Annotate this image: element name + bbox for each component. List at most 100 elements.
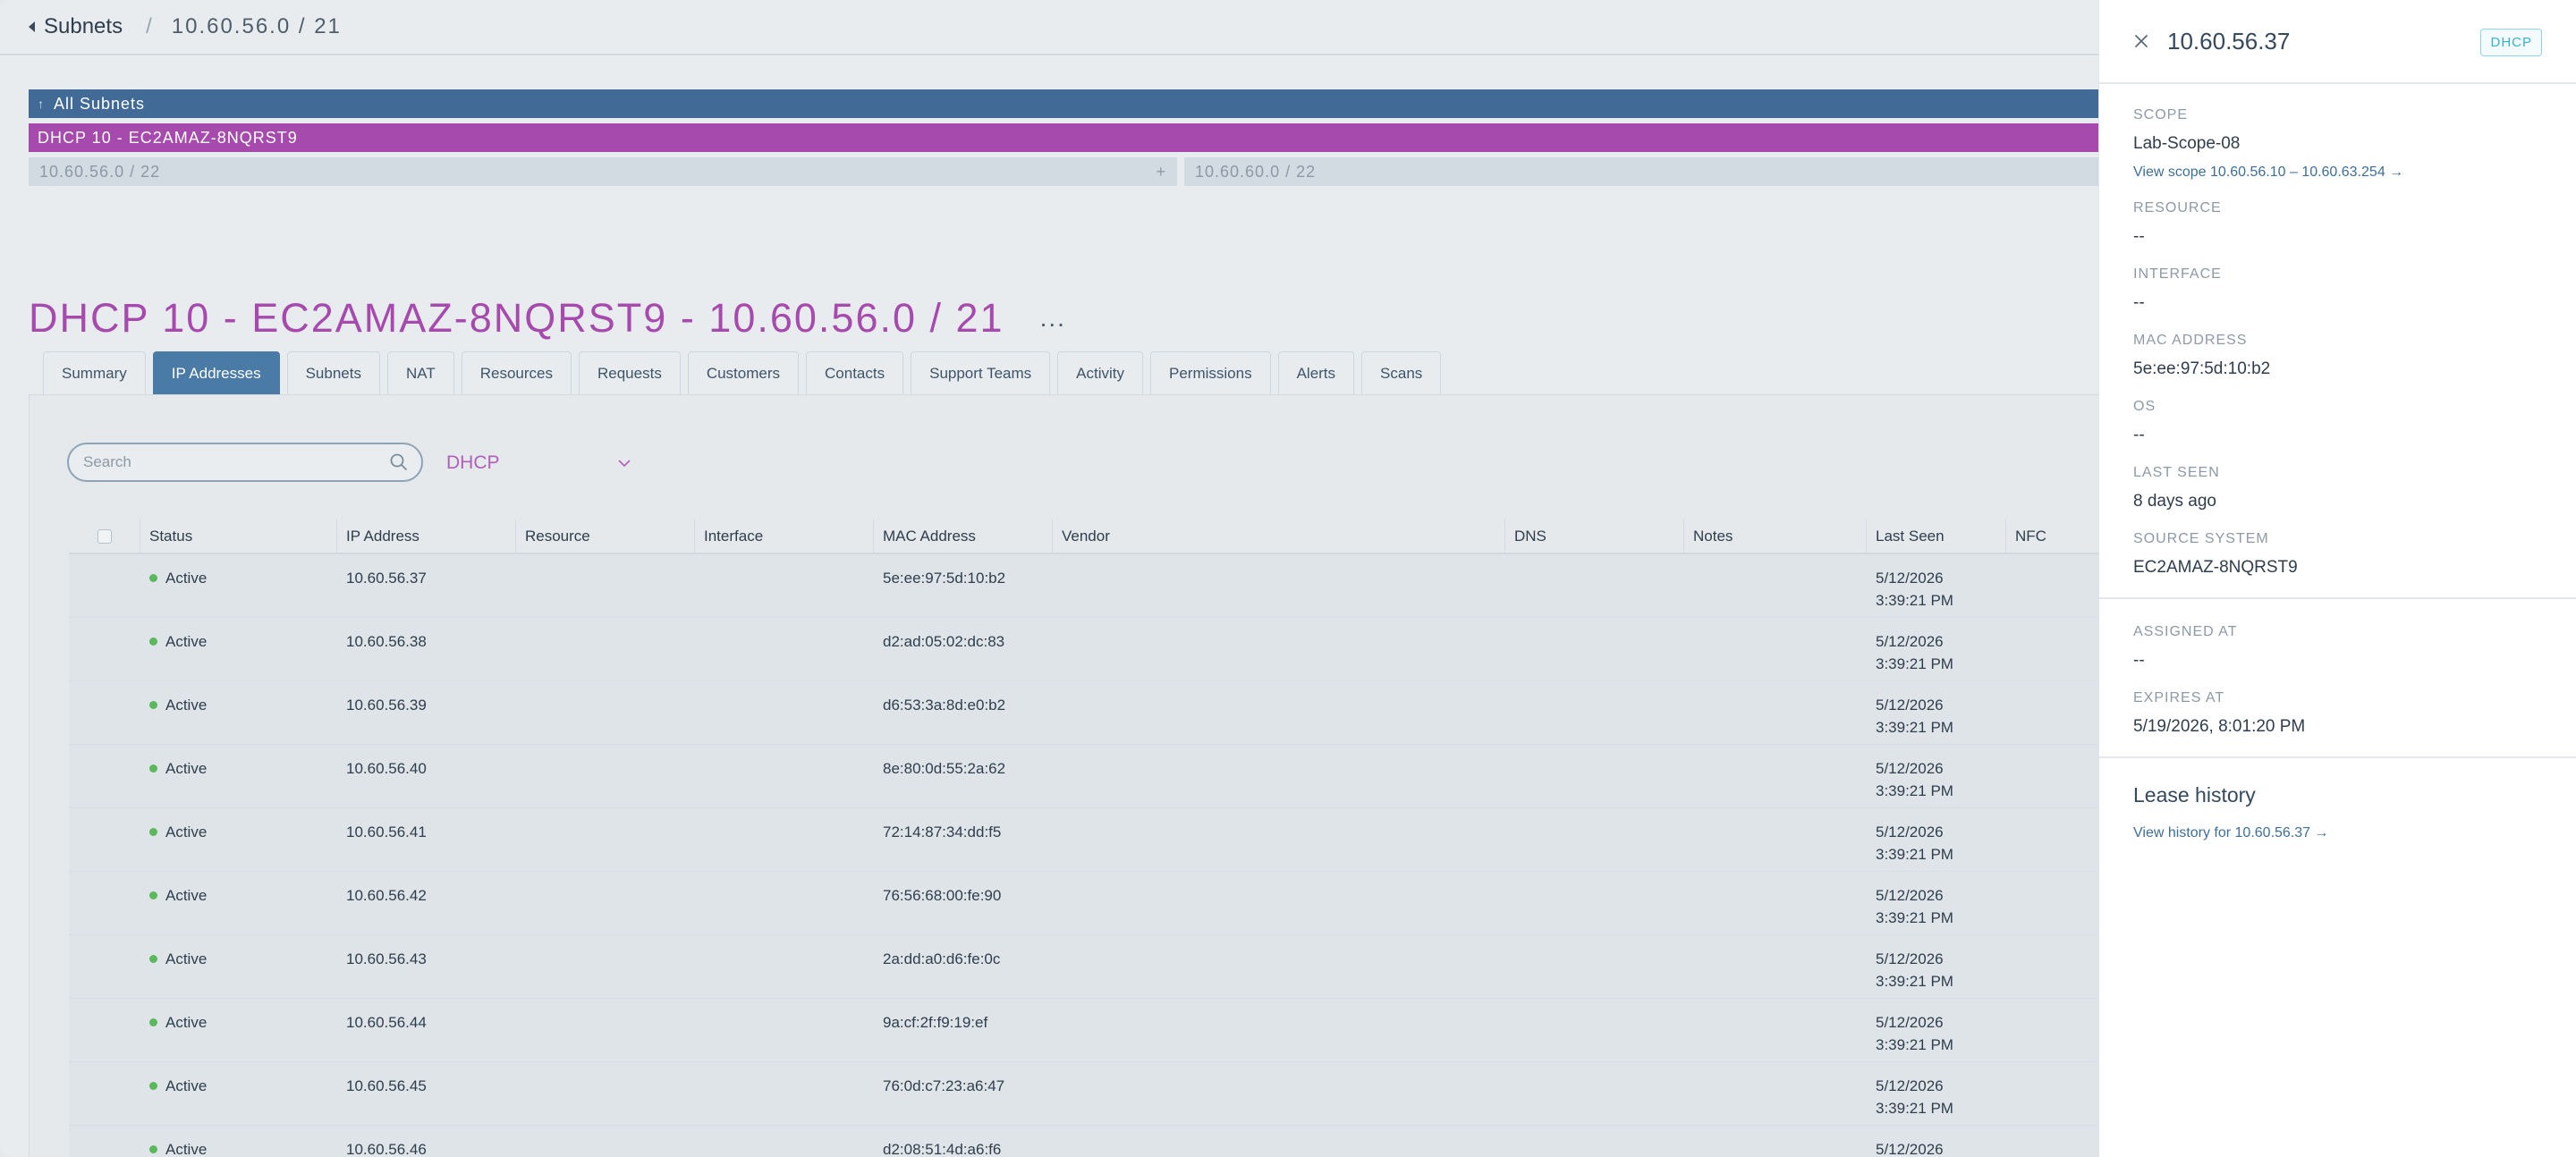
tree-all-subnets[interactable]: ↑ All Subnets (29, 89, 2098, 118)
row-select-cell (69, 935, 140, 998)
last-seen-date: 5/12/2026 (1876, 887, 1944, 904)
notes-cell (1684, 681, 1867, 744)
table-body: Active 10.60.56.37 5e:ee:97:5d:10:b2 5/12/2… (69, 554, 2098, 1157)
last-seen-cell: 5/12/2026 3:39:21 PM (1867, 808, 2006, 871)
column-header-nfc[interactable]: NFC (2006, 519, 2098, 553)
divider (2099, 756, 2576, 758)
table-row[interactable]: Active 10.60.56.42 76:56:68:00:fe:90 5/12/2… (69, 872, 2098, 935)
status-dot-icon (149, 828, 157, 836)
type-filter-value: DHCP (446, 452, 500, 473)
tab-resources[interactable]: Resources (461, 351, 572, 394)
select-all-cell (69, 519, 140, 553)
back-caret-icon[interactable] (29, 21, 35, 32)
status-text: Active (165, 1077, 208, 1094)
notes-cell (1684, 872, 1867, 934)
nfc-cell (2006, 999, 2098, 1061)
ip-address-cell: 10.60.56.38 (346, 633, 427, 650)
last-seen-cell: 5/12/2026 3:39:21 PM (1867, 872, 2006, 934)
view-lease-history-link[interactable]: View history for 10.60.56.37 → (2133, 825, 2576, 841)
breadcrumb-subnets-link[interactable]: Subnets (44, 14, 123, 39)
table-row[interactable]: Active 10.60.56.45 76:0d:c7:23:a6:47 5/12/2… (69, 1062, 2098, 1126)
expand-plus-icon[interactable]: + (1156, 163, 1166, 182)
row-select-cell (69, 1126, 140, 1157)
mac-address-cell: d6:53:3a:8d:e0:b2 (883, 697, 1006, 714)
tree-all-label: All Subnets (54, 94, 146, 113)
nfc-cell (2006, 554, 2098, 617)
last-seen-cell: 5/12/2026 3:39:21 PM (1867, 745, 2006, 807)
column-header-dns[interactable]: DNS (1505, 519, 1684, 553)
search-icon[interactable] (389, 452, 409, 472)
tree-dhcp-scope[interactable]: DHCP 10 - EC2AMAZ-8NQRST9 (29, 123, 2098, 152)
status-cell: Active (140, 554, 337, 617)
tree-child-subnet[interactable]: 10.60.60.0 / 22 (1184, 157, 2098, 186)
interface-label: INTERFACE (2133, 266, 2222, 282)
tab-summary[interactable]: Summary (43, 351, 146, 394)
tab-scans[interactable]: Scans (1361, 351, 1442, 394)
table-row[interactable]: Active 10.60.56.44 9a:cf:2f:f9:19:ef 5/12/2… (69, 999, 2098, 1062)
table-header: Status IP Address Resource Interface MAC… (69, 519, 2098, 554)
status-dot-icon (149, 955, 157, 963)
vendor-cell (1053, 554, 1505, 617)
vendor-cell (1053, 999, 1505, 1061)
ip-address-cell: 10.60.56.41 (346, 823, 427, 840)
tab-alerts[interactable]: Alerts (1277, 351, 1355, 394)
column-header-notes[interactable]: Notes (1684, 519, 1867, 553)
notes-cell (1684, 1126, 1867, 1157)
arrow-up-icon: ↑ (38, 97, 45, 111)
tab-nat[interactable]: NAT (386, 351, 454, 394)
table-row[interactable]: Active 10.60.56.38 d2:ad:05:02:dc:83 5/12/2… (69, 618, 2098, 681)
more-options-button[interactable]: ... (1040, 304, 1066, 333)
breadcrumb-separator: / (146, 14, 152, 38)
last-seen-cell: 5/12/2026 3:39:21 PM (1867, 618, 2006, 680)
column-header-last-seen[interactable]: Last Seen (1867, 519, 2006, 553)
status-cell: Active (140, 872, 337, 934)
column-header-interface[interactable]: Interface (695, 519, 874, 553)
tab-support-teams[interactable]: Support Teams (911, 351, 1051, 394)
resource-field: RESOURCE -- (2133, 200, 2576, 247)
column-header-status[interactable]: Status (140, 519, 337, 553)
main-page: Subnets / 10.60.56.0 / 21 ↑ All Subnets … (0, 0, 2098, 1157)
vendor-cell (1053, 1062, 1505, 1125)
column-header-vendor[interactable]: Vendor (1053, 519, 1505, 553)
interface-cell (695, 872, 874, 934)
type-filter-select[interactable]: DHCP (446, 445, 634, 481)
notes-cell (1684, 745, 1867, 807)
last-seen-time: 3:39:21 PM (1876, 592, 1953, 609)
mac-value: 5e:ee:97:5d:10:b2 (2133, 359, 2271, 378)
tab-customers[interactable]: Customers (687, 351, 800, 394)
scope-field: SCOPE Lab-Scope-08 View scope 10.60.56.1… (2133, 107, 2576, 181)
search-input[interactable] (83, 453, 389, 471)
status-text: Active (165, 950, 208, 967)
resource-cell (516, 745, 695, 807)
tab-requests[interactable]: Requests (579, 351, 681, 394)
column-header-mac-address[interactable]: MAC Address (874, 519, 1053, 553)
tab-subnets[interactable]: Subnets (286, 351, 380, 394)
tab-activity[interactable]: Activity (1057, 351, 1143, 394)
tree-child-subnet[interactable]: 10.60.56.0 / 22 + (29, 157, 1177, 186)
status-cell: Active (140, 618, 337, 680)
resource-cell (516, 1126, 695, 1157)
view-scope-link[interactable]: View scope 10.60.56.10 – 10.60.63.254 → (2133, 165, 2576, 181)
tab-permissions[interactable]: Permissions (1149, 351, 1271, 394)
table-row[interactable]: Active 10.60.56.41 72:14:87:34:dd:f5 5/12/2… (69, 808, 2098, 872)
column-header-resource[interactable]: Resource (516, 519, 695, 553)
table-row[interactable]: Active 10.60.56.39 d6:53:3a:8d:e0:b2 5/12/2… (69, 681, 2098, 745)
tab-ip-addresses[interactable]: IP Addresses (152, 351, 280, 394)
table-row[interactable]: Active 10.60.56.40 8e:80:0d:55:2a:62 5/12/2… (69, 745, 2098, 808)
last-seen-date: 5/12/2026 (1876, 1077, 1944, 1094)
vendor-cell (1053, 618, 1505, 680)
table-row[interactable]: Active 10.60.56.46 d2:08:51:4d:a6:f6 5/12/2… (69, 1126, 2098, 1157)
table-row[interactable]: Active 10.60.56.37 5e:ee:97:5d:10:b2 5/12/2… (69, 554, 2098, 618)
last-seen-date: 5/12/2026 (1876, 697, 1944, 714)
dns-cell (1505, 681, 1684, 744)
nfc-cell (2006, 935, 2098, 998)
select-all-checkbox[interactable] (97, 529, 112, 544)
search-input-wrapper[interactable] (67, 443, 423, 482)
column-header-ip-address[interactable]: IP Address (337, 519, 516, 553)
ip-address-table: Status IP Address Resource Interface MAC… (69, 519, 2098, 1157)
tab-contacts[interactable]: Contacts (806, 351, 904, 394)
dns-cell (1505, 872, 1684, 934)
table-row[interactable]: Active 10.60.56.43 2a:dd:a0:d6:fe:0c 5/12/2… (69, 935, 2098, 999)
dns-cell (1505, 935, 1684, 998)
close-icon[interactable] (2131, 31, 2151, 51)
